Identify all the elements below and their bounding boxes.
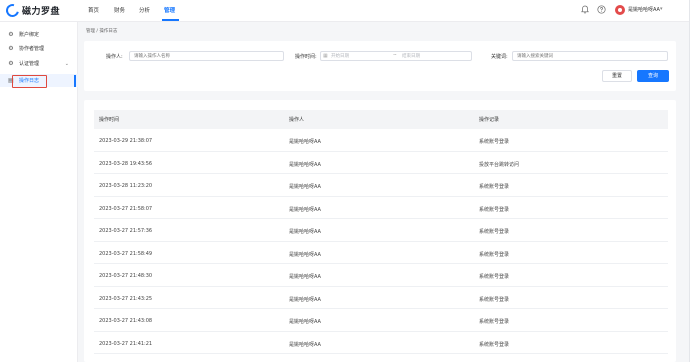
logo-text: 磁力罗盘 [22,7,61,17]
gear-icon: ⚙ [8,59,14,67]
cell-operator: 是姚哈哈呀AA [289,139,321,145]
time-label: 操作时间: [295,54,317,60]
chevron-down-icon: ⌄ [64,60,69,67]
breadcrumb: 管理 / 操作日志 [86,29,118,34]
cell-operator: 是姚哈哈呀AA [289,161,321,168]
cell-time: 2023-03-27 21:41:21 [99,340,153,347]
cell-time: 2023-03-27 21:43:25 [99,295,153,302]
nav-item-manage[interactable]: 管理 [164,6,175,14]
sidebar-item-label: 账户绑定 [19,32,40,38]
gear-icon: ⚙ [8,44,14,52]
user-name[interactable]: 是姚哈哈呀AA [628,6,660,13]
logo[interactable]: 磁力罗盘 [3,1,61,20]
sidebar [0,22,78,362]
column-header-time: 操作时间 [99,117,120,123]
table-row [94,309,668,332]
table-row [94,332,668,354]
cell-operator: 是姚哈哈呀AA [289,184,321,190]
query-button[interactable]: 查询 [637,70,669,82]
range-separator: ~ [393,53,397,58]
nav-item-analysis[interactable]: 分析 [139,6,150,14]
cell-record: 系统账号登录 [479,319,510,325]
cell-operator: 是姚哈哈呀AA [289,229,321,235]
cell-time: 2023-03-27 21:58:49 [99,250,153,257]
end-date-placeholder: 结束日期 [402,54,420,59]
cell-record: 系统账号登录 [479,229,510,235]
sidebar-item-account-binding[interactable]: ⚙ 账户绑定 [0,28,78,41]
table-row [94,197,668,219]
help-icon[interactable] [596,5,606,15]
nav-item-finance[interactable]: 财务 [114,6,125,14]
operator-input[interactable] [129,51,284,61]
avatar[interactable] [615,5,625,15]
table-row [94,174,668,197]
cell-operator: 是姚哈哈呀AA [289,251,321,258]
table-header [94,110,668,129]
cell-record: 系统账号登录 [479,206,510,213]
logo-icon [3,1,22,20]
sidebar-item-label: 协作者管理 [19,46,45,52]
cell-record: 系统账号登录 [479,274,510,280]
filter-panel [84,41,676,91]
cell-time: 2023-03-27 21:57:36 [99,228,153,234]
cell-record: 投放平台跳转访问 [479,161,520,168]
bell-icon[interactable] [580,5,590,15]
column-header-record: 操作记录 [479,117,500,123]
nav-item-home[interactable]: 首页 [88,6,99,14]
table-row [94,287,668,309]
operator-label: 操作人: [106,54,123,60]
sidebar-item-collaborators[interactable]: ⚙ 协作者管理 [0,42,78,55]
gear-icon: ⚙ [8,30,14,38]
calendar-icon: ▦ [323,53,328,59]
cell-time: 2023-03-27 21:48:30 [99,273,153,279]
cell-operator: 是姚哈哈呀AA [289,319,321,325]
cell-time: 2023-03-27 21:43:08 [99,318,153,324]
cell-record: 系统账号登录 [479,341,510,348]
cell-record: 系统账号登录 [479,251,510,258]
sidebar-active-bar [74,75,76,87]
cell-time: 2023-03-28 11:23:20 [99,183,153,189]
sidebar-item-certification[interactable]: ⚙ 认证管理 ⌄ [0,57,78,70]
sidebar-item-label: 认证管理 [19,61,40,67]
table-row [94,242,668,264]
table-row [94,264,668,287]
cell-record: 系统账号登录 [479,296,510,303]
cell-record: 系统账号登录 [479,139,510,145]
page: 磁力罗盘 首页 财务 分析 管理 是姚哈哈呀AA ▾ ⚙ 账户绑定 ⚙ 协作者管… [0,0,690,362]
start-date-placeholder: 开始日期 [331,54,349,59]
cell-operator: 是姚哈哈呀AA [289,341,321,348]
cell-time: 2023-03-28 19:43:56 [99,160,153,167]
keyword-label: 关键词: [491,54,508,60]
cell-operator: 是姚哈哈呀AA [289,296,321,303]
cell-record: 系统账号登录 [479,184,510,190]
chevron-down-icon[interactable]: ▾ [660,6,663,12]
cell-operator: 是姚哈哈呀AA [289,274,321,280]
top-nav: 磁力罗盘 首页 财务 分析 管理 是姚哈哈呀AA ▾ [0,0,689,22]
reset-button[interactable]: 重置 [602,70,632,82]
cell-time: 2023-03-29 21:38:07 [99,138,153,144]
cell-time: 2023-03-27 21:58:07 [99,205,153,212]
highlight-box [12,75,47,88]
cell-operator: 是姚哈哈呀AA [289,206,321,213]
nav-active-indicator [162,19,179,21]
table-row [94,152,668,174]
table-row [94,219,668,242]
table-row [94,129,668,152]
column-header-operator: 操作人 [289,117,305,123]
keyword-input[interactable] [512,51,668,61]
